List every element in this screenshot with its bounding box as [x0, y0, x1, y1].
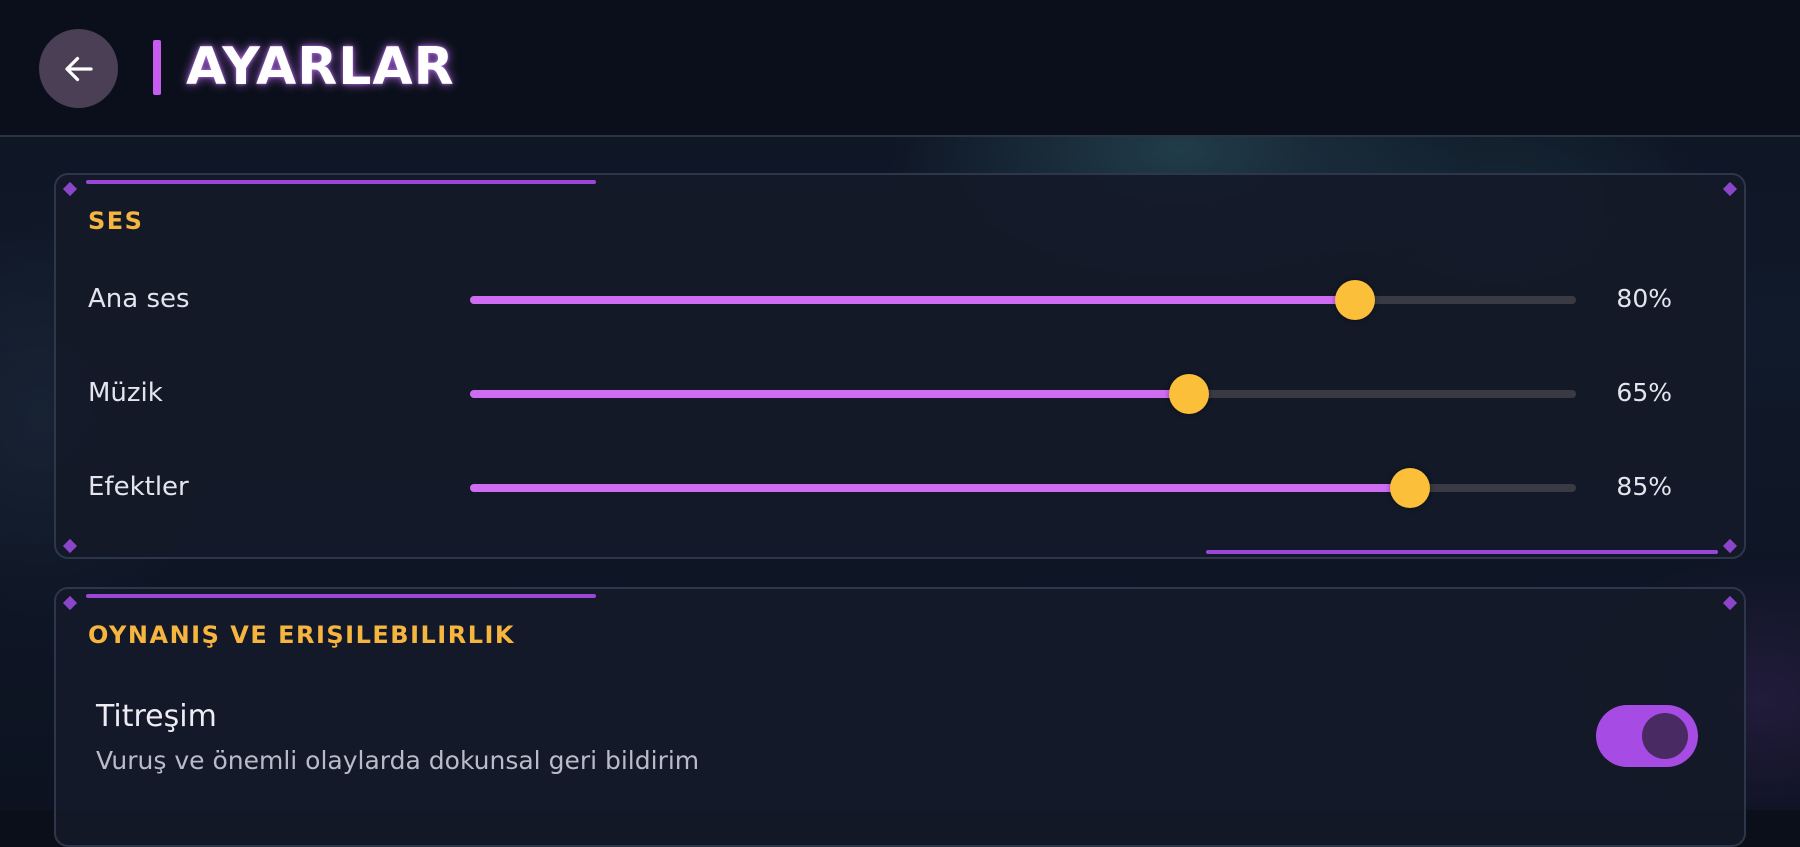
panel-accent-line — [86, 180, 596, 184]
corner-diamond — [1722, 538, 1738, 554]
slider-thumb[interactable] — [1390, 468, 1431, 508]
toggle-knob — [1642, 713, 1688, 759]
panel-accent-line — [86, 594, 596, 598]
corner-diamond — [1722, 181, 1738, 197]
corner-diamond — [62, 538, 78, 554]
vibration-toggle[interactable] — [1596, 705, 1698, 767]
slider-label: Müzik — [88, 378, 163, 408]
slider-fill — [470, 484, 1411, 492]
sound-panel: SES Ana ses 80% Müzik 65% Efektler 85% — [54, 173, 1746, 559]
panel-accent-line — [1206, 550, 1718, 554]
page-title: AYARLAR — [186, 37, 455, 97]
vibration-label: Titreşim — [96, 699, 217, 734]
arrow-left-icon — [64, 56, 93, 81]
header: AYARLAR — [0, 0, 1800, 137]
back-button[interactable] — [39, 29, 118, 108]
slider-thumb[interactable] — [1334, 280, 1375, 320]
corner-diamond — [1722, 595, 1738, 611]
slider-label: Ana ses — [88, 284, 190, 314]
corner-diamond — [62, 181, 78, 197]
slider-value: 85% — [1616, 472, 1672, 501]
slider-fill — [470, 296, 1355, 304]
slider-row-music: Müzik 65% — [56, 364, 1744, 424]
music-volume-slider[interactable] — [470, 374, 1576, 414]
vibration-description: Vuruş ve önemli olaylarda dokunsal geri … — [96, 746, 700, 775]
section-title-sound: SES — [88, 207, 144, 235]
slider-fill — [470, 390, 1189, 398]
corner-diamond — [62, 595, 78, 611]
slider-label: Efektler — [88, 472, 189, 502]
master-volume-slider[interactable] — [470, 280, 1576, 320]
effects-volume-slider[interactable] — [470, 468, 1576, 508]
slider-row-master: Ana ses 80% — [56, 270, 1744, 330]
gameplay-panel: OYNANIŞ VE ERIŞILEBILIRLIK Titreşim Vuru… — [54, 587, 1746, 847]
slider-value: 65% — [1616, 378, 1672, 407]
slider-value: 80% — [1616, 284, 1672, 313]
slider-thumb[interactable] — [1168, 374, 1209, 414]
section-title-gameplay: OYNANIŞ VE ERIŞILEBILIRLIK — [88, 621, 516, 649]
title-accent-bar — [153, 40, 161, 95]
slider-row-effects: Efektler 85% — [56, 458, 1744, 518]
